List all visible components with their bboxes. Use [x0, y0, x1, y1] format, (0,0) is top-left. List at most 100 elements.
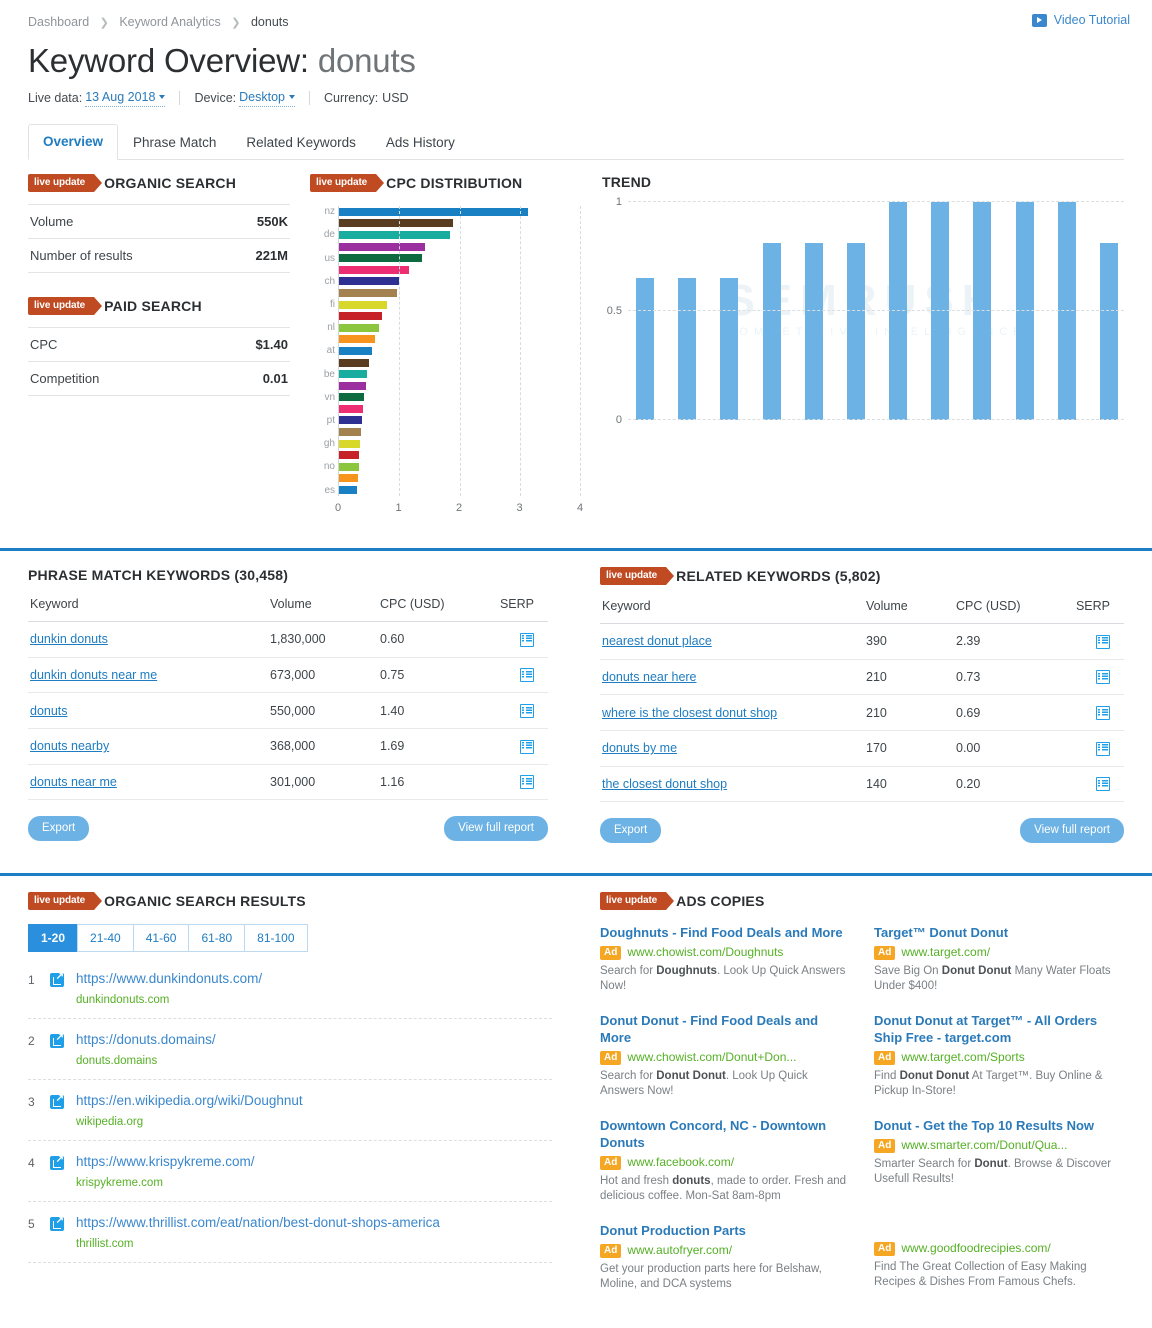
view-full-report-button[interactable]: View full report [444, 816, 548, 842]
pagination-page-41-60[interactable]: 41-60 [132, 924, 190, 953]
ad-title[interactable]: Downtown Concord, NC - Downtown Donuts [600, 1117, 850, 1151]
organic-search-table: Volume 550K Number of results 221M [28, 204, 290, 273]
keyword-link[interactable]: donuts by me [602, 741, 677, 755]
ad-copy-item: Doughnuts - Find Food Deals and More Ad ww… [600, 924, 850, 994]
ad-copy-item: Donut - Get the Top 10 Results Now Ad www.… [874, 1117, 1124, 1187]
results-ads-panel: live update ORGANIC SEARCH RESULTS 1-20 2… [0, 876, 1152, 1328]
result-domain[interactable]: dunkindonuts.com [76, 993, 552, 1007]
organic-paid-column: live update ORGANIC SEARCH Volume 550K N… [28, 174, 290, 518]
ad-title[interactable]: Target™ Donut Donut [874, 924, 1124, 941]
ad-title[interactable]: Donut Production Parts [600, 1222, 850, 1239]
ad-copy-item: Ad www.goodfoodrecipies.com/Find The Grea… [874, 1205, 1124, 1290]
ad-url[interactable]: www.target.com/Sports [901, 1050, 1024, 1065]
keyword-link[interactable]: where is the closest donut shop [602, 706, 777, 720]
external-link-icon[interactable] [50, 1154, 64, 1171]
volume-cell: 390 [864, 623, 954, 660]
result-domain[interactable]: thrillist.com [76, 1237, 552, 1251]
cpc-category-label: nl [327, 322, 335, 334]
trend-chart: SEMRUSH COMPETITIVE INTELLIGENCE 00.51 [602, 196, 1124, 426]
result-domain[interactable]: krispykreme.com [76, 1176, 552, 1190]
serp-icon[interactable] [520, 703, 534, 718]
ad-url[interactable]: www.autofryer.com/ [627, 1243, 732, 1258]
export-button[interactable]: Export [600, 818, 662, 844]
volume-cell: 210 [864, 694, 954, 731]
live-update-badge: live update [600, 566, 675, 585]
result-domain[interactable]: donuts.domains [76, 1054, 552, 1068]
serp-icon[interactable] [520, 775, 534, 790]
ad-url[interactable]: www.target.com/ [901, 945, 990, 960]
live-update-badge: live update [28, 174, 103, 192]
export-button[interactable]: Export [28, 816, 90, 842]
result-domain[interactable]: wikipedia.org [76, 1115, 552, 1129]
tab-related-keywords[interactable]: Related Keywords [231, 125, 371, 160]
table-row: donuts by me 170 0.00 [600, 730, 1124, 767]
table-row: Volume 550K [28, 204, 290, 239]
result-url[interactable]: https://www.krispykreme.com/ [76, 1153, 552, 1171]
cpc-bar [339, 335, 376, 344]
ad-title[interactable]: Donut - Get the Top 10 Results Now [874, 1117, 1124, 1134]
video-tutorial-link[interactable]: Video Tutorial [1031, 13, 1130, 27]
cpc-category-label: es [324, 484, 335, 496]
keyword-link[interactable]: the closest donut shop [602, 777, 727, 791]
trend-bar [678, 278, 697, 420]
ad-url[interactable]: www.smarter.com/Donut/Qua... [901, 1138, 1067, 1153]
ad-title[interactable]: Doughnuts - Find Food Deals and More [600, 924, 850, 941]
view-full-report-button[interactable]: View full report [1020, 818, 1124, 844]
external-link-icon[interactable] [50, 1215, 64, 1232]
keyword-link[interactable]: dunkin donuts near me [30, 668, 157, 682]
serp-icon[interactable] [520, 668, 534, 683]
ad-url[interactable]: www.chowist.com/Doughnuts [627, 945, 783, 960]
keyword-link[interactable]: nearest donut place [602, 634, 712, 648]
cpc-bar [339, 288, 398, 297]
ad-title[interactable]: Donut Donut - Find Food Deals and More [600, 1012, 850, 1046]
cpc-bar [339, 323, 380, 332]
keyword-link[interactable]: donuts nearby [30, 739, 109, 753]
pagination-page-81-100[interactable]: 81-100 [244, 924, 308, 953]
pagination-page-61-80[interactable]: 61-80 [188, 924, 246, 953]
live-data-value[interactable]: 13 Aug 2018 [85, 88, 166, 107]
meta-row: Live data: 13 Aug 2018 Device: Desktop C… [28, 88, 1124, 107]
column-header-keyword: Keyword [600, 598, 864, 624]
serp-icon[interactable] [520, 632, 534, 647]
serp-icon[interactable] [1096, 634, 1110, 649]
keyword-link[interactable]: donuts [30, 704, 68, 718]
breadcrumb-item-dashboard[interactable]: Dashboard [28, 15, 89, 29]
overview-metrics-panel: live update ORGANIC SEARCH Volume 550K N… [0, 160, 1152, 534]
external-link-icon[interactable] [50, 1032, 64, 1049]
cpc-bar [339, 404, 364, 413]
serp-icon[interactable] [1096, 705, 1110, 720]
breadcrumb-item-keyword-analytics[interactable]: Keyword Analytics [119, 15, 220, 29]
serp-icon[interactable] [520, 739, 534, 754]
result-url[interactable]: https://donuts.domains/ [76, 1031, 552, 1049]
column-header-keyword: Keyword [28, 596, 268, 622]
ad-title[interactable]: Donut Donut at Target™ - All Orders Ship… [874, 1012, 1124, 1046]
cpc-x-tick: 3 [516, 501, 523, 514]
keyword-link[interactable]: dunkin donuts [30, 632, 108, 646]
cpc-distribution-column: live update CPC DISTRIBUTION nz de us ch fi n… [290, 174, 583, 518]
result-url[interactable]: https://www.thrillist.com/eat/nation/bes… [76, 1214, 552, 1232]
serp-icon[interactable] [1096, 741, 1110, 756]
cpc-cell: 2.39 [954, 623, 1064, 660]
tab-phrase-match[interactable]: Phrase Match [118, 125, 231, 160]
external-link-icon[interactable] [50, 971, 64, 988]
tab-ads-history[interactable]: Ads History [371, 125, 470, 160]
result-url[interactable]: https://en.wikipedia.org/wiki/Doughnut [76, 1092, 552, 1110]
pagination-page-21-40[interactable]: 21-40 [77, 924, 134, 953]
trend-gridline [628, 310, 1124, 311]
keyword-link[interactable]: donuts near me [30, 775, 117, 789]
live-update-badge: live update [28, 297, 103, 315]
page-title-prefix: Keyword Overview: [28, 42, 309, 79]
ad-url[interactable]: www.goodfoodrecipies.com/ [901, 1241, 1050, 1256]
volume-cell: 550,000 [268, 692, 378, 729]
serp-icon[interactable] [1096, 670, 1110, 685]
keyword-link[interactable]: donuts near here [602, 670, 697, 684]
ad-url[interactable]: www.facebook.com/ [627, 1155, 734, 1170]
pagination-page-1-20[interactable]: 1-20 [28, 924, 79, 953]
device-value[interactable]: Desktop [239, 88, 295, 107]
tab-overview[interactable]: Overview [28, 124, 119, 160]
result-url[interactable]: https://www.dunkindonuts.com/ [76, 970, 552, 988]
ad-url[interactable]: www.chowist.com/Donut+Don... [627, 1050, 796, 1065]
serp-icon[interactable] [1096, 777, 1110, 792]
external-link-icon[interactable] [50, 1093, 64, 1110]
keyword-cell: donuts near me [28, 764, 268, 801]
